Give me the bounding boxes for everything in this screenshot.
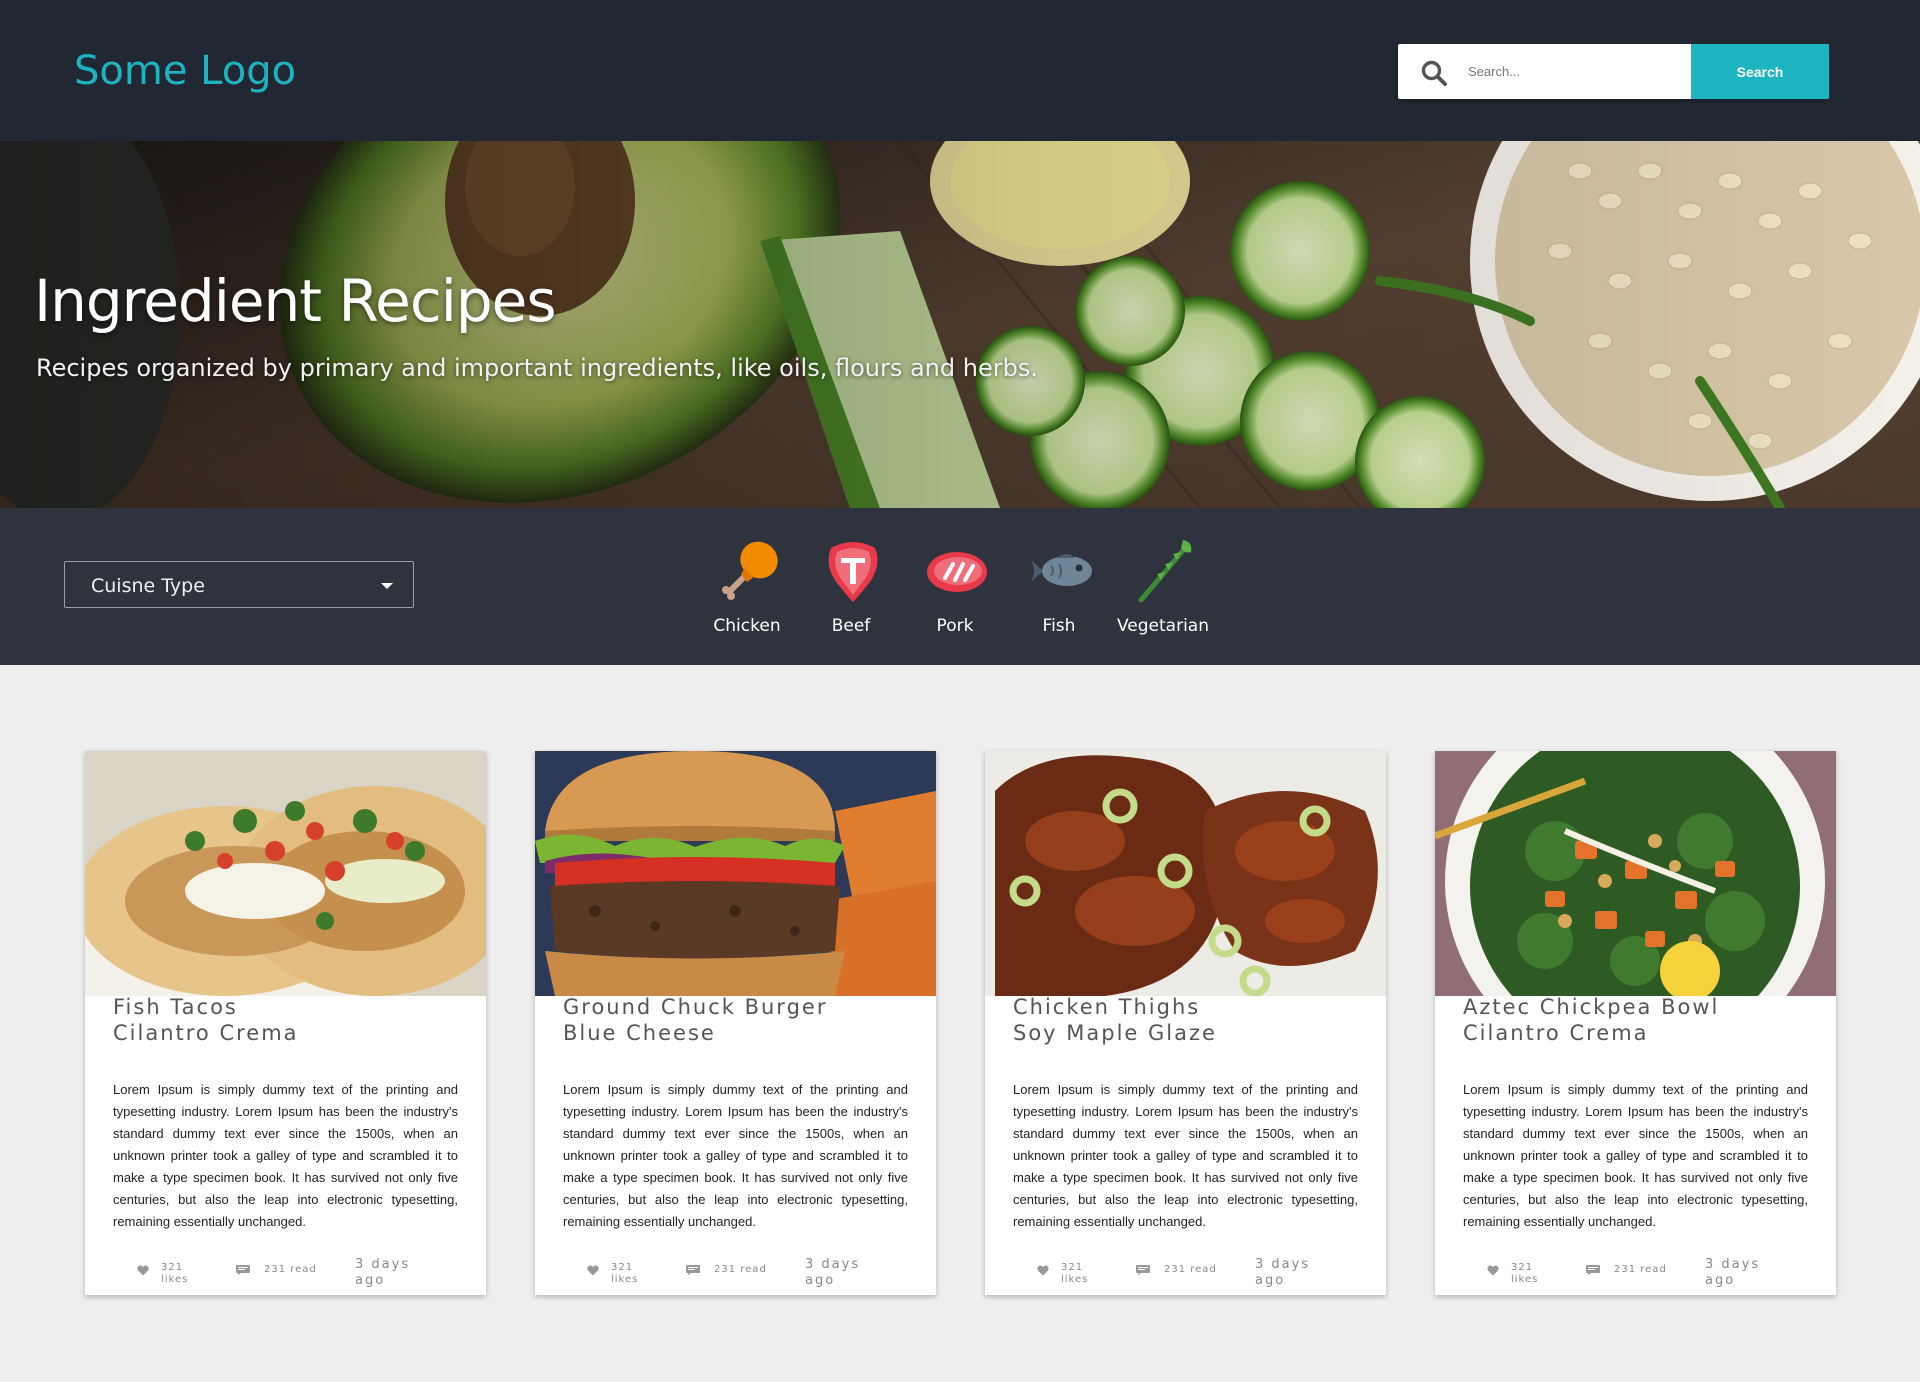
chat-icon xyxy=(1136,1265,1150,1275)
category-fish-label: Fish xyxy=(1042,616,1076,636)
heart-icon xyxy=(1487,1265,1499,1276)
recipe-card[interactable]: Chicken Thighs Soy Maple Glaze Lorem Ips… xyxy=(985,751,1386,1295)
category-chicken[interactable]: Chicken xyxy=(695,538,799,648)
hero-subtitle: Recipes organized by primary and importa… xyxy=(36,354,1038,382)
recipe-card[interactable]: Fish Tacos Cilantro Crema Lorem Ipsum is… xyxy=(85,751,486,1295)
recipe-title[interactable]: Chicken Thighs Soy Maple Glaze xyxy=(1013,994,1373,1046)
caret-down-icon xyxy=(381,583,393,589)
likes-count[interactable]: 321 likes xyxy=(1037,1262,1107,1292)
site-logo[interactable]: Some Logo xyxy=(74,48,296,94)
filter-bar: Cuisne Type Chicken Beef Pork Fish Veget… xyxy=(0,508,1920,665)
recipe-image-chicken-thighs[interactable] xyxy=(985,751,1386,996)
recipe-title[interactable]: Aztec Chickpea Bowl Cilantro Crema xyxy=(1463,994,1823,1046)
likes-count[interactable]: 321 likes xyxy=(137,1262,207,1292)
recipe-description: Lorem Ipsum is simply dummy text of the … xyxy=(1013,1082,1358,1229)
heart-icon xyxy=(1037,1265,1049,1276)
hero-banner: Ingredient Recipes Recipes organized by … xyxy=(0,141,1920,508)
likes-count[interactable]: 321 likes xyxy=(587,1262,657,1292)
category-pork[interactable]: Pork xyxy=(903,538,1007,648)
fish-icon xyxy=(1031,554,1092,586)
posted-time: 3 days ago xyxy=(805,1257,861,1288)
category-vegetarian-label: Vegetarian xyxy=(1116,616,1209,636)
chat-icon xyxy=(1586,1265,1600,1275)
chicken-drumstick-icon xyxy=(722,541,778,600)
category-fish[interactable]: Fish xyxy=(1007,538,1111,648)
recipe-title[interactable]: Fish Tacos Cilantro Crema xyxy=(113,994,473,1046)
category-beef-label: Beef xyxy=(831,616,871,636)
recipe-title[interactable]: Ground Chuck Burger Blue Cheese xyxy=(563,994,923,1046)
top-header: Some Logo Search xyxy=(0,0,1920,141)
reads-count: 231 read xyxy=(1586,1262,1676,1292)
search-button[interactable]: Search xyxy=(1691,44,1829,99)
reads-count: 231 read xyxy=(1136,1262,1226,1292)
category-pork-label: Pork xyxy=(936,616,974,636)
hero-title: Ingredient Recipes xyxy=(34,267,557,335)
category-beef[interactable]: Beef xyxy=(799,538,903,648)
recipe-card[interactable]: Aztec Chickpea Bowl Cilantro Crema Lorem… xyxy=(1435,751,1836,1295)
heart-icon xyxy=(137,1265,149,1276)
posted-time: 3 days ago xyxy=(1255,1257,1311,1288)
recipe-description: Lorem Ipsum is simply dummy text of the … xyxy=(1463,1082,1808,1229)
recipe-description: Lorem Ipsum is simply dummy text of the … xyxy=(563,1082,908,1229)
cuisine-type-dropdown[interactable]: Cuisne Type xyxy=(64,561,414,608)
search-bar: Search xyxy=(1398,44,1829,99)
posted-time: 3 days ago xyxy=(1705,1257,1761,1288)
pork-icon xyxy=(927,552,987,592)
reads-count: 231 read xyxy=(686,1262,776,1292)
recipe-image-chickpea-bowl[interactable] xyxy=(1435,751,1836,996)
recipe-image-fish-tacos[interactable] xyxy=(85,751,486,996)
chat-icon xyxy=(686,1265,700,1275)
posted-time: 3 days ago xyxy=(355,1257,411,1288)
asparagus-icon xyxy=(1138,540,1192,603)
recipe-card[interactable]: Ground Chuck Burger Blue Cheese Lorem Ip… xyxy=(535,751,936,1295)
search-icon xyxy=(1421,60,1447,86)
heart-icon xyxy=(587,1265,599,1276)
chat-icon xyxy=(236,1265,250,1275)
reads-count: 231 read xyxy=(236,1262,326,1292)
category-chicken-label: Chicken xyxy=(713,616,781,636)
recipe-description: Lorem Ipsum is simply dummy text of the … xyxy=(113,1082,458,1229)
steak-icon xyxy=(828,542,878,602)
category-vegetarian[interactable]: Vegetarian xyxy=(1111,538,1215,648)
recipe-image-burger[interactable] xyxy=(535,751,936,996)
cuisine-type-label: Cuisne Type xyxy=(91,575,205,597)
likes-count[interactable]: 321 likes xyxy=(1487,1262,1557,1292)
